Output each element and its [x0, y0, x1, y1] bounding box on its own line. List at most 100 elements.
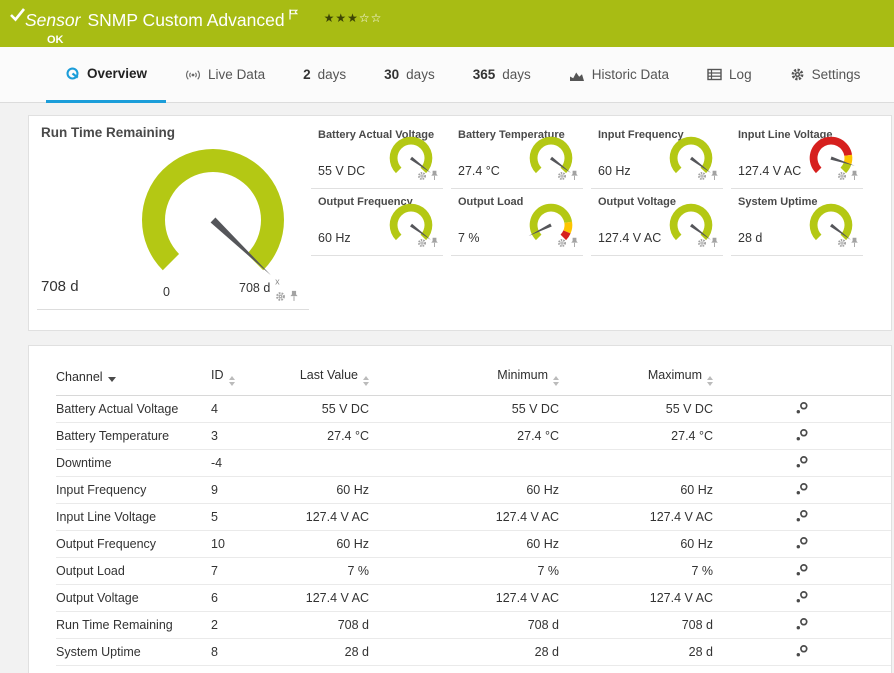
pin-icon[interactable] [430, 235, 439, 253]
cell-channel: System Uptime [56, 645, 141, 659]
pin-icon[interactable] [570, 235, 579, 253]
gauge-value: 28 d [738, 231, 763, 245]
gauge-title: Output Load [458, 196, 524, 208]
gear-icon[interactable] [417, 235, 427, 253]
wrench-icon[interactable] [795, 428, 809, 445]
cell-last-value: 7 % [347, 564, 369, 578]
tab-log[interactable]: Log [688, 47, 771, 102]
cell-channel: Output Voltage [56, 591, 139, 605]
table-row[interactable]: Run Time Remaining 2 708 d 708 d 708 d [56, 612, 891, 639]
mini-gauge-panel: Output Voltage 127.4 V AC [591, 189, 723, 256]
content-area: Run Time Remaining x 0 708 d 708 d Batte… [0, 103, 894, 673]
col-header-maximum[interactable]: Maximum [559, 368, 713, 396]
col-header-minimum[interactable]: Minimum [369, 368, 559, 396]
cell-last-value: 55 V DC [321, 402, 369, 416]
tab-settings[interactable]: Settings [771, 47, 880, 102]
cell-id: 2 [211, 618, 218, 632]
sort-toggle-icon [363, 376, 369, 386]
mini-gauge-panel: Battery Actual Voltage 55 V DC [311, 122, 443, 189]
mini-gauge-panel: Input Line Voltage 127.4 V AC [731, 122, 863, 189]
pin-icon[interactable] [710, 235, 719, 253]
mini-gauge-panel: Output Load 7 % [451, 189, 583, 256]
wrench-icon[interactable] [795, 590, 809, 607]
table-row[interactable]: Output Load 7 7 % 7 % 7 % [56, 558, 891, 585]
svg-text:x: x [275, 276, 280, 286]
pin-icon[interactable] [570, 168, 579, 186]
gauge-value: 60 Hz [318, 231, 351, 245]
gauge-scale-max: 708 d [239, 281, 271, 295]
pin-icon[interactable] [850, 168, 859, 186]
cell-last-value: 60 Hz [336, 483, 369, 497]
cell-minimum: 60 Hz [526, 537, 559, 551]
gear-icon[interactable] [837, 168, 847, 186]
tab-30-days[interactable]: 30 days [365, 47, 454, 102]
table-row[interactable]: Input Line Voltage 5 127.4 V AC 127.4 V … [56, 504, 891, 531]
gauge-icon [66, 67, 79, 80]
cell-id: -4 [211, 456, 223, 470]
cell-minimum: 127.4 V AC [495, 510, 559, 524]
wrench-icon[interactable] [795, 401, 809, 418]
gear-icon[interactable] [275, 289, 286, 307]
channels-table: Channel ID Last Value Minimum Maximum Batter… [56, 368, 891, 666]
pin-icon[interactable] [710, 168, 719, 186]
cell-last-value: 27.4 °C [327, 429, 369, 443]
cell-channel: Input Line Voltage [56, 510, 157, 524]
gear-icon[interactable] [557, 168, 567, 186]
wrench-icon[interactable] [795, 509, 809, 526]
gauges-panel: Run Time Remaining x 0 708 d 708 d Batte… [28, 115, 892, 331]
run-time-remaining-gauge: x [142, 148, 284, 286]
gear-icon [791, 68, 803, 81]
cell-channel: Battery Temperature [56, 429, 170, 443]
tab-2-days[interactable]: 2 days [284, 47, 365, 102]
gear-icon[interactable] [837, 235, 847, 253]
cell-maximum: 28 d [688, 645, 713, 659]
tab-overview[interactable]: Overview [46, 47, 167, 103]
wrench-icon[interactable] [795, 482, 809, 499]
table-row[interactable]: Input Frequency 9 60 Hz 60 Hz 60 Hz [56, 477, 891, 504]
star-filled-icon[interactable]: ★★★ [324, 11, 359, 25]
gear-icon[interactable] [697, 235, 707, 253]
tab-live-data[interactable]: Live Data [166, 47, 284, 102]
object-type-label: Sensor [25, 10, 81, 30]
cell-channel: Downtime [56, 456, 112, 470]
cell-id: 3 [211, 429, 218, 443]
cell-channel: Output Load [56, 564, 125, 578]
table-row[interactable]: System Uptime 8 28 d 28 d 28 d [56, 639, 891, 666]
channels-panel: Channel ID Last Value Minimum Maximum Batter… [28, 345, 892, 673]
gauge-value: 7 % [458, 231, 480, 245]
table-row[interactable]: Output Voltage 6 127.4 V AC 127.4 V AC 1… [56, 585, 891, 612]
pin-icon[interactable] [289, 289, 299, 307]
sensor-status-bar: Sensor SNMP Custom Advanced ★★★☆☆ OK [0, 0, 894, 47]
col-header-channel[interactable]: Channel [56, 368, 211, 396]
pin-icon[interactable] [430, 168, 439, 186]
table-row[interactable]: Output Frequency 10 60 Hz 60 Hz 60 Hz [56, 531, 891, 558]
table-row[interactable]: Battery Temperature 3 27.4 °C 27.4 °C 27… [56, 423, 891, 450]
star-empty-icon[interactable]: ☆☆ [359, 11, 383, 25]
wrench-icon[interactable] [795, 617, 809, 634]
gear-icon[interactable] [697, 168, 707, 186]
wrench-icon[interactable] [795, 455, 809, 472]
col-header-id[interactable]: ID [211, 368, 271, 396]
tab-historic-data[interactable]: Historic Data [550, 47, 688, 102]
table-row[interactable]: Battery Actual Voltage 4 55 V DC 55 V DC… [56, 396, 891, 423]
cell-id: 7 [211, 564, 218, 578]
gauge-value: 127.4 V AC [738, 164, 802, 178]
cell-channel: Battery Actual Voltage [56, 402, 179, 416]
tab-bar: Overview Live Data 2 days 30 days 365 da… [0, 47, 894, 103]
cell-channel: Input Frequency [56, 483, 147, 497]
col-header-last-value[interactable]: Last Value [271, 368, 369, 396]
cell-maximum: 60 Hz [680, 537, 713, 551]
mini-gauge-panel: Output Frequency 60 Hz [311, 189, 443, 256]
cell-minimum: 28 d [534, 645, 559, 659]
pin-icon[interactable] [850, 235, 859, 253]
flag-icon[interactable] [288, 3, 298, 25]
priority-stars[interactable]: ★★★☆☆ [324, 11, 383, 25]
wrench-icon[interactable] [795, 644, 809, 661]
gear-icon[interactable] [557, 235, 567, 253]
table-row[interactable]: Downtime -4 [56, 450, 891, 477]
gear-icon[interactable] [417, 168, 427, 186]
cell-minimum: 708 d [527, 618, 559, 632]
wrench-icon[interactable] [795, 536, 809, 553]
wrench-icon[interactable] [795, 563, 809, 580]
tab-365-days[interactable]: 365 days [454, 47, 550, 102]
